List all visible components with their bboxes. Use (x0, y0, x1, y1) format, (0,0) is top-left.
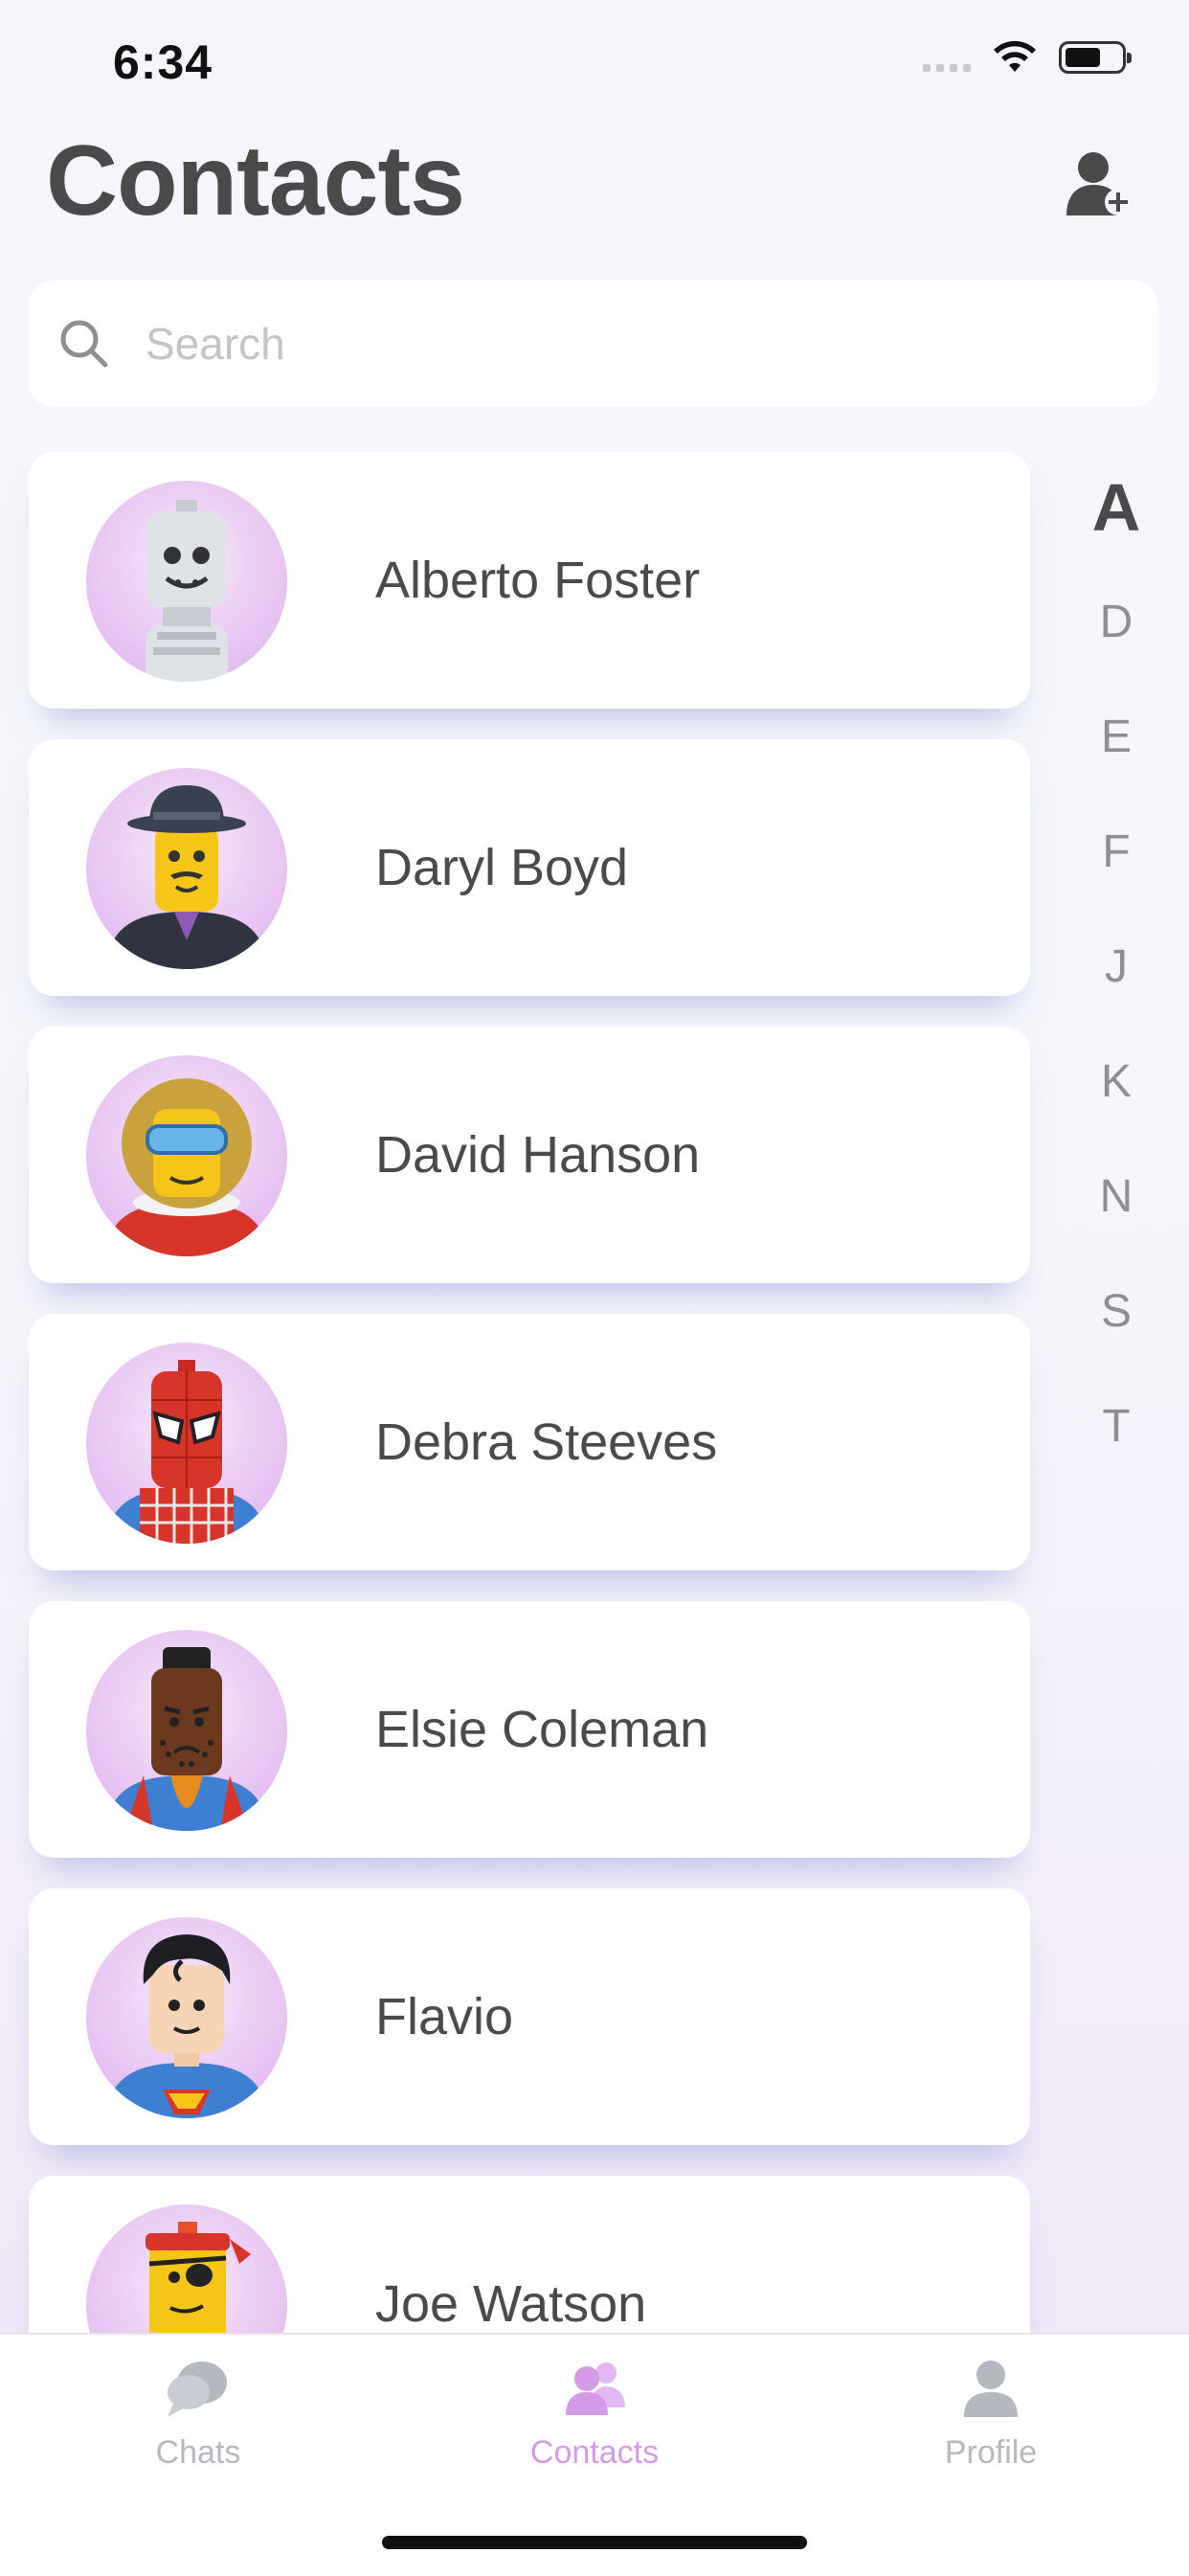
add-contact-button[interactable] (1063, 148, 1135, 221)
home-indicator (382, 2536, 807, 2549)
status-icons (923, 40, 1132, 75)
spider-avatar (86, 1343, 287, 1544)
person-icon (964, 2361, 1018, 2417)
superhero-avatar (86, 1917, 287, 2118)
index-letter-k[interactable]: K (1049, 1025, 1183, 1140)
battery-icon (1059, 41, 1132, 74)
contact-row[interactable]: Debra Steeves (29, 1314, 1030, 1570)
contact-row[interactable]: David Hanson (29, 1027, 1030, 1283)
chat-bubble-icon (168, 2361, 227, 2417)
tab-label: Chats (155, 2434, 241, 2471)
mohawk-avatar (86, 1630, 287, 1831)
add-contact-icon (1066, 152, 1132, 215)
search-bar[interactable] (29, 281, 1158, 407)
index-letter-d[interactable]: D (1049, 565, 1183, 680)
contact-row[interactable]: Daryl Boyd (29, 739, 1030, 996)
tab-label: Profile (944, 2434, 1038, 2471)
tab-chats[interactable]: Chats (0, 2335, 396, 2497)
signal-icon (923, 43, 971, 72)
tab-profile[interactable]: Profile (793, 2335, 1189, 2497)
contacts-icon (566, 2362, 625, 2415)
contact-row[interactable]: Flavio (29, 1888, 1030, 2145)
page-title: Contacts (46, 125, 465, 237)
tab-label: Contacts (529, 2434, 660, 2471)
index-letter-j[interactable]: J (1049, 910, 1183, 1025)
search-input[interactable] (144, 317, 1009, 371)
wifi-icon (994, 40, 1036, 72)
gentleman-avatar (86, 768, 287, 969)
status-time: 6:34 (113, 35, 213, 89)
index-letter-e[interactable]: E (1049, 680, 1183, 795)
skeleton-avatar (86, 481, 287, 682)
contact-name: David Hanson (375, 1126, 701, 1184)
index-letter-a[interactable]: A (1049, 450, 1183, 565)
search-icon (60, 320, 108, 368)
index-letter-t[interactable]: T (1049, 1369, 1183, 1484)
explorer-avatar (86, 1055, 287, 1256)
alphabet-index[interactable]: A D E F J K N S T (1049, 450, 1183, 1484)
status-bar: 6:34 (0, 0, 1189, 134)
contact-name: Daryl Boyd (375, 839, 629, 896)
contact-row[interactable]: Elsie Coleman (29, 1601, 1030, 1858)
contact-name: Elsie Coleman (375, 1701, 709, 1758)
contact-name: Flavio (375, 1988, 514, 2045)
tab-contacts[interactable]: Contacts (396, 2335, 793, 2497)
contact-name: Alberto Foster (375, 552, 701, 609)
contact-name: Debra Steeves (375, 1413, 718, 1471)
index-letter-f[interactable]: F (1049, 795, 1183, 910)
index-letter-n[interactable]: N (1049, 1140, 1183, 1254)
contact-row[interactable]: Alberto Foster (29, 452, 1030, 709)
index-letter-s[interactable]: S (1049, 1254, 1183, 1369)
